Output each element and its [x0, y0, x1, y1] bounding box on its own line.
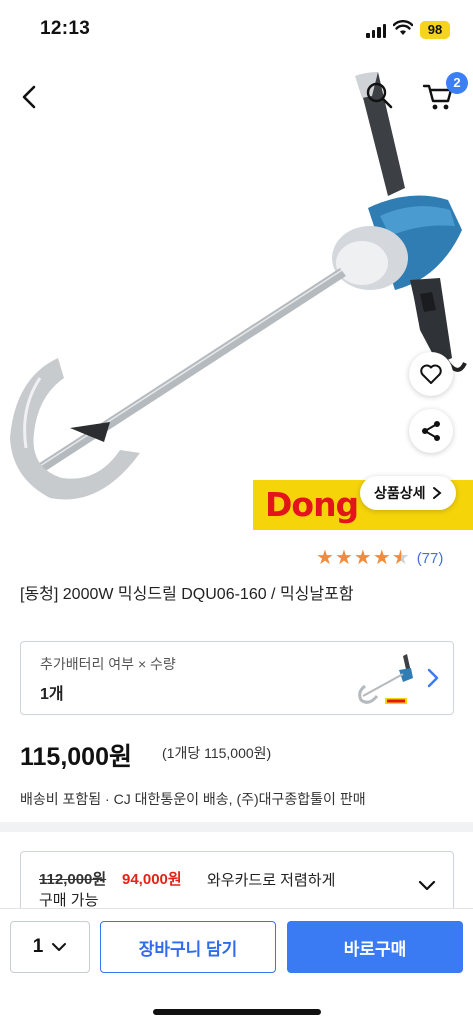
original-price: 112,000원 [39, 871, 107, 888]
clock: 12:13 [40, 18, 91, 39]
option-thumbnail [358, 654, 413, 704]
share-icon [422, 421, 440, 441]
buy-now-button[interactable]: 바로구매 [287, 921, 463, 973]
quantity-select[interactable]: 1 [10, 921, 90, 973]
promo-text: 와우카드로 저렴하게 [207, 872, 336, 889]
wishlist-button[interactable] [409, 352, 453, 396]
section-divider [0, 822, 473, 832]
star-icon: ★ [316, 547, 334, 569]
star-icon: ★ [353, 547, 372, 569]
half-star-icon: ★ [391, 547, 410, 569]
rating[interactable]: ★ ★ ★ ★ ★ (77) [316, 548, 443, 568]
product-detail-button[interactable]: 상품상세 [360, 476, 456, 510]
product-image[interactable] [0, 58, 473, 538]
chevron-down-icon [52, 943, 67, 951]
star-icon: ★ [372, 547, 391, 569]
option-selector[interactable]: 추가배터리 여부 × 수량 1개 [20, 641, 454, 715]
cellular-signal-icon [366, 24, 386, 38]
wifi-icon [393, 20, 413, 35]
promo-text-continued: 구매 가능 [39, 892, 99, 909]
quantity-value: 1 [32, 936, 44, 957]
price: 115,000원 [20, 743, 132, 771]
chevron-down-icon [418, 880, 436, 891]
chevron-right-icon [427, 668, 439, 688]
add-to-cart-button[interactable]: 장바구니 담기 [100, 921, 276, 973]
status-bar: 12:13 98 [0, 0, 473, 58]
bottom-action-bar: 1 장바구니 담기 바로구매 [0, 908, 473, 1024]
search-icon[interactable] [364, 80, 394, 110]
product-hero: 2 Dong Cheng 상품상세 [0, 58, 473, 538]
shipping-info: 배송비 포함됨 · CJ 대한통운이 배송, (주)대구종합툴이 판매 [20, 791, 366, 807]
battery-indicator: 98 [420, 21, 450, 39]
heart-icon [420, 364, 442, 384]
cart-count-badge: 2 [446, 72, 468, 94]
chevron-right-icon [432, 487, 442, 499]
review-count[interactable]: (77) [417, 550, 444, 567]
unit-price: (1개당 115,000원) [162, 745, 272, 761]
share-button[interactable] [409, 409, 453, 453]
option-value: 1개 [40, 686, 64, 703]
option-label: 추가배터리 여부 × 수량 [40, 656, 176, 672]
home-indicator[interactable] [153, 1009, 321, 1015]
product-title: [동청] 2000W 믹싱드릴 DQU06-160 / 믹싱날포함 [20, 586, 354, 603]
back-chevron-icon[interactable] [14, 82, 44, 112]
discount-price: 94,000원 [122, 871, 182, 888]
star-icon: ★ [334, 547, 353, 569]
product-detail-label: 상품상세 [374, 485, 426, 501]
